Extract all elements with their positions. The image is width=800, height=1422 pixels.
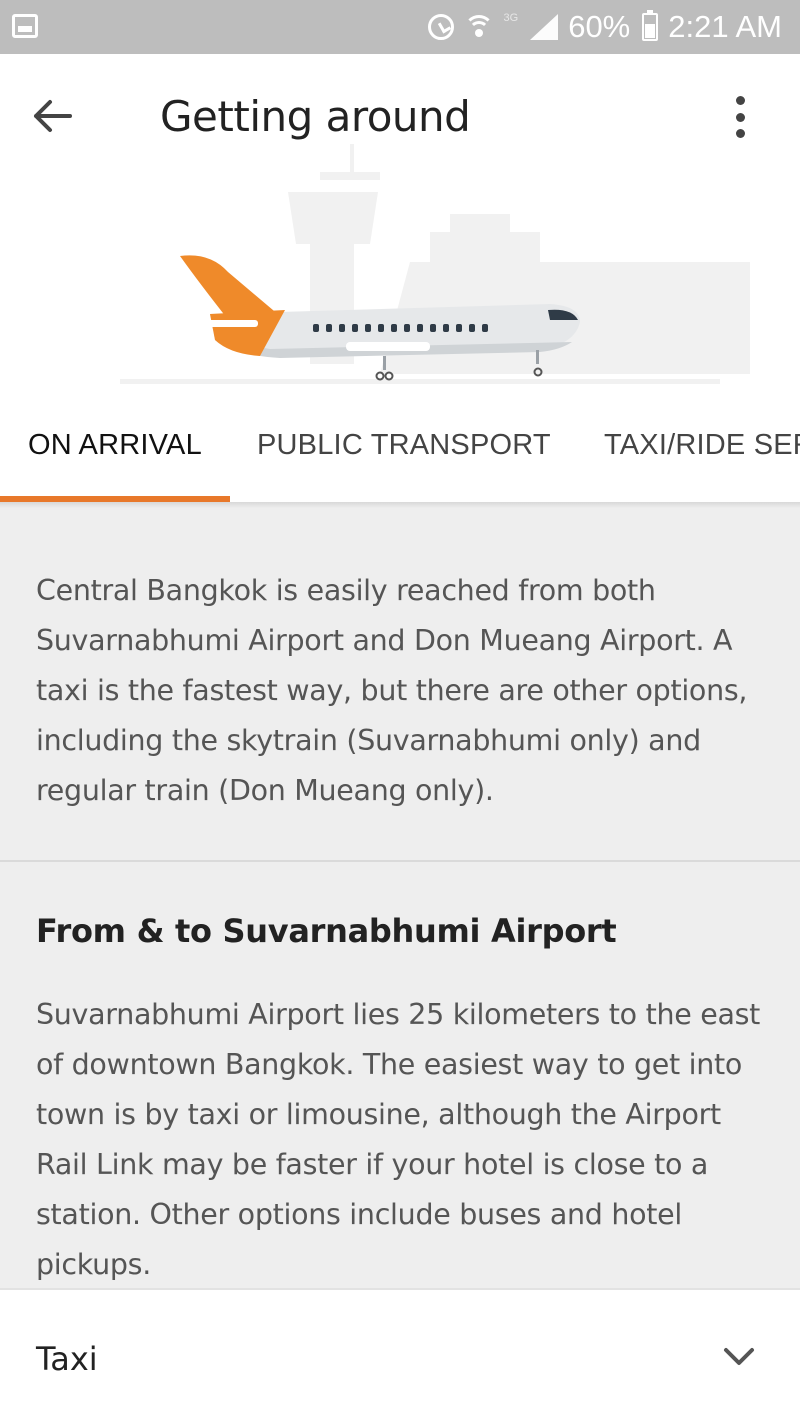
tab-bar: ON ARRIVAL PUBLIC TRANSPORT TAXI/RIDE SE… [0,386,800,504]
battery-percent: 60% [568,9,631,44]
gallery-notification-icon [12,14,38,38]
more-vert-icon [735,96,745,105]
tab-taxi-ride-services[interactable]: TAXI/RIDE SERVICES [604,386,800,504]
toolbar: Getting around [0,54,800,174]
more-vert-icon-dot [735,112,745,122]
chevron-down-icon [724,1348,754,1365]
page-title: Getting around [160,92,471,141]
signal-icon [528,14,559,40]
tab-public-transport[interactable]: PUBLIC TRANSPORT [257,386,551,504]
intro-text: Central Bangkok is easily reached from b… [36,574,748,807]
alarm-icon [427,14,454,40]
status-bar: 3G 60% 2:21 AM [0,0,800,54]
accordion-taxi[interactable]: Taxi [0,1288,800,1422]
section-divider [0,860,800,862]
arrow-back-icon [34,100,72,132]
section-body: Suvarnabhumi Airport lies 25 kilometers … [36,998,761,1281]
clock: 2:21 AM [668,9,782,44]
more-vert-icon-dot [735,129,745,138]
more-options-button[interactable] [720,94,760,140]
section-title: From & to Suvarnabhumi Airport [36,912,617,950]
battery-icon [642,10,659,41]
content-area: Central Bangkok is easily reached from b… [0,508,800,1288]
tab-on-arrival[interactable]: ON ARRIVAL [28,386,202,504]
wifi-icon [463,13,494,41]
accordion-label: Taxi [36,1340,98,1378]
network-type: 3G [503,12,519,24]
back-button[interactable] [24,88,80,144]
status-icons: 3G 60% 2:21 AM [427,6,782,48]
